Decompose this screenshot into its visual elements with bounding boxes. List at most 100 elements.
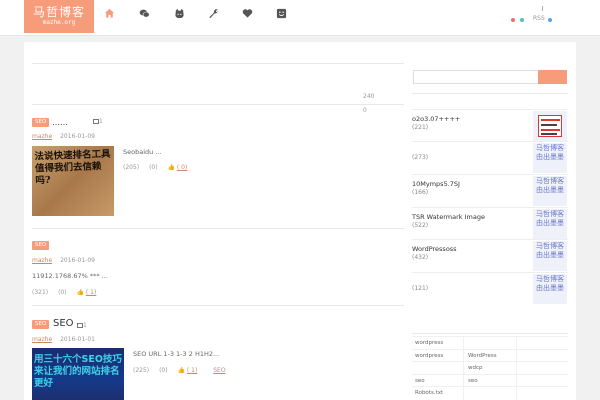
- sidebar-item-count: (432): [412, 254, 429, 261]
- tag-link[interactable]: Robots.txt: [415, 390, 443, 396]
- wrench-icon[interactable]: [207, 7, 219, 19]
- sidebar-item-title[interactable]: WordPressoss: [412, 245, 457, 253]
- tag-table-column-rule: [516, 336, 517, 400]
- header-divider: [542, 6, 543, 11]
- sidebar-item[interactable]: (273) 马哲博客 由出墨墨: [412, 141, 568, 173]
- smiley-icon[interactable]: [275, 7, 287, 19]
- tag-link[interactable]: wordpress: [415, 340, 443, 346]
- post-author[interactable]: mazhe: [32, 336, 52, 343]
- post-excerpt: 11912.1768.67% *** ...: [32, 272, 108, 280]
- sidebar-item-title[interactable]: TSR Watermark Image: [412, 213, 485, 221]
- tag-link[interactable]: seo: [468, 378, 478, 384]
- like-count[interactable]: ( 1): [187, 367, 197, 374]
- stat-a: 240: [363, 93, 375, 100]
- post-date: 2016-01-09: [60, 133, 95, 140]
- comment-count[interactable]: (0): [159, 367, 168, 374]
- rss-link[interactable]: RSS: [533, 15, 545, 22]
- sidebar-item[interactable]: TSR Watermark Image (522) 马哲博客 由出墨墨: [412, 207, 568, 239]
- tag-table-column-rule: [463, 336, 464, 400]
- post-date: 2016-01-09: [60, 257, 95, 264]
- color-dot-blue[interactable]: [548, 18, 552, 22]
- home-icon[interactable]: [103, 7, 115, 19]
- sidebar-item-count: (273): [412, 154, 429, 161]
- search-input[interactable]: [413, 70, 539, 84]
- seal-text: 马哲博客 由出墨墨: [536, 242, 564, 259]
- wechat-icon[interactable]: [138, 7, 150, 19]
- image-count: 1: [93, 118, 103, 125]
- rss-area: RSS: [508, 6, 568, 26]
- post-title[interactable]: SEO: [53, 318, 74, 329]
- view-count: (321): [32, 289, 49, 296]
- tag-table-rule: [412, 348, 568, 350]
- post-excerpt: SEO URL 1-3 1-3 2 H1H2...: [133, 350, 220, 358]
- sidebar-item-count: (121): [412, 285, 429, 292]
- image-count: 1: [77, 322, 87, 329]
- tag-table-rule: [412, 361, 568, 362]
- post-author[interactable]: mazhe: [32, 257, 52, 264]
- thumbs-up-icon[interactable]: 👍: [76, 289, 83, 296]
- sidebar-item-count: (221): [412, 124, 429, 131]
- sidebar-item[interactable]: 10Mymps5.7SJ (166) 马哲博客 由出墨墨: [412, 174, 568, 206]
- seal-text: 马哲博客 由出墨墨: [536, 144, 564, 161]
- seal-text: 马哲博客 由出墨墨: [536, 210, 564, 227]
- tag-link[interactable]: seo: [415, 378, 425, 384]
- logo-subtitle: mazhe.org: [42, 19, 76, 26]
- sidebar-item-title[interactable]: 10Mymps5.7SJ: [412, 180, 460, 188]
- post-category[interactable]: SEO: [213, 367, 225, 374]
- view-count: (205): [123, 164, 140, 171]
- sidebar-item[interactable]: WordPressoss (432) 马哲博客 由出墨墨: [412, 239, 568, 271]
- sidebar-item-thumbnail[interactable]: 马哲博客 由出墨墨: [533, 143, 567, 173]
- search-button[interactable]: [538, 70, 567, 84]
- view-count: (225): [133, 367, 150, 374]
- sidebar-item-thumbnail[interactable]: [533, 111, 567, 141]
- post-thumbnail[interactable]: 法说快速排名工具值得我们去信赖吗?: [32, 146, 114, 216]
- post-author[interactable]: mazhe: [32, 133, 52, 140]
- github-icon[interactable]: [173, 7, 185, 19]
- sidebar-item[interactable]: (121) 马哲博客 由出墨墨: [412, 272, 568, 304]
- comment-count[interactable]: (0): [58, 289, 67, 296]
- color-dot-teal[interactable]: [520, 18, 524, 22]
- post-tag[interactable]: SEO: [32, 320, 50, 329]
- divider: [412, 93, 568, 94]
- tag-link[interactable]: WordPress: [468, 353, 497, 359]
- sidebar-item-thumbnail[interactable]: 马哲博客 由出墨墨: [533, 241, 567, 271]
- divider: [32, 104, 404, 105]
- sidebar-item-thumbnail[interactable]: 马哲博客 由出墨墨: [533, 176, 567, 206]
- like-count[interactable]: ( 1): [86, 289, 96, 296]
- post-thumbnail[interactable]: 用三十六个SEO技巧来让我们的网站排名更好: [32, 348, 124, 400]
- sidebar-item[interactable]: o2o3.07++++ (221): [412, 109, 568, 141]
- seal-text: 马哲博客 由出墨墨: [536, 275, 564, 292]
- sidebar-item-title[interactable]: o2o3.07++++: [412, 115, 460, 123]
- sidebar-item-thumbnail[interactable]: 马哲博客 由出墨墨: [533, 274, 567, 304]
- heart-icon[interactable]: [241, 7, 253, 19]
- thumbs-up-icon[interactable]: 👍: [167, 164, 174, 171]
- tag-table-rule: [412, 386, 568, 387]
- logo-title: 马哲博客: [32, 5, 85, 19]
- comment-count[interactable]: (0): [149, 164, 158, 171]
- post-tag[interactable]: SEO: [32, 241, 50, 250]
- tag-table-rule: [412, 373, 568, 375]
- sidebar-item-thumbnail[interactable]: 马哲博客 由出墨墨: [533, 209, 567, 239]
- divider: [32, 305, 404, 306]
- tag-table-rule: [412, 336, 568, 337]
- post-tag[interactable]: SEO: [32, 118, 50, 127]
- like-count[interactable]: ( 0): [177, 164, 187, 171]
- site-logo[interactable]: 马哲博客 mazhe.org: [24, 0, 94, 33]
- post-excerpt: Seobaidu ...: [123, 148, 162, 156]
- site-header: 马哲博客 mazhe.org RSS: [0, 0, 600, 36]
- thumbs-up-icon[interactable]: 👍: [177, 367, 184, 374]
- main-content: 240 0 SEO …… 1 mazhe 2016-01-09 法说快速排名工具…: [24, 42, 576, 400]
- tag-link[interactable]: wordpress: [415, 353, 443, 359]
- post-date: 2016-01-01: [60, 336, 95, 343]
- divider: [32, 63, 404, 64]
- sidebar-item-count: (166): [412, 189, 429, 196]
- divider: [412, 333, 568, 334]
- thumbnail-text: 法说快速排名工具值得我们去信赖吗?: [34, 148, 111, 187]
- divider: [32, 228, 404, 229]
- thumbnail-text: 用三十六个SEO技巧来让我们的网站排名更好: [34, 354, 122, 389]
- post-title[interactable]: ……: [52, 118, 68, 127]
- stat-b: 0: [363, 107, 367, 114]
- color-dot-red[interactable]: [511, 18, 515, 22]
- seal-text: 马哲博客 由出墨墨: [536, 177, 564, 194]
- tag-link[interactable]: wdcp: [468, 365, 483, 371]
